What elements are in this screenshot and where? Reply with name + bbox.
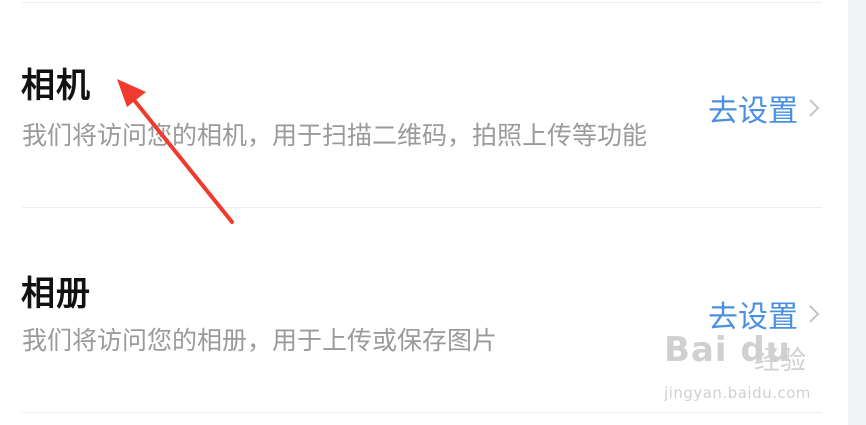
watermark-sub: 经验: [754, 346, 807, 376]
baidu-watermark: Bai du 经验 jingyan.baidu.com: [664, 330, 824, 410]
watermark-url: jingyan.baidu.com: [664, 384, 811, 402]
